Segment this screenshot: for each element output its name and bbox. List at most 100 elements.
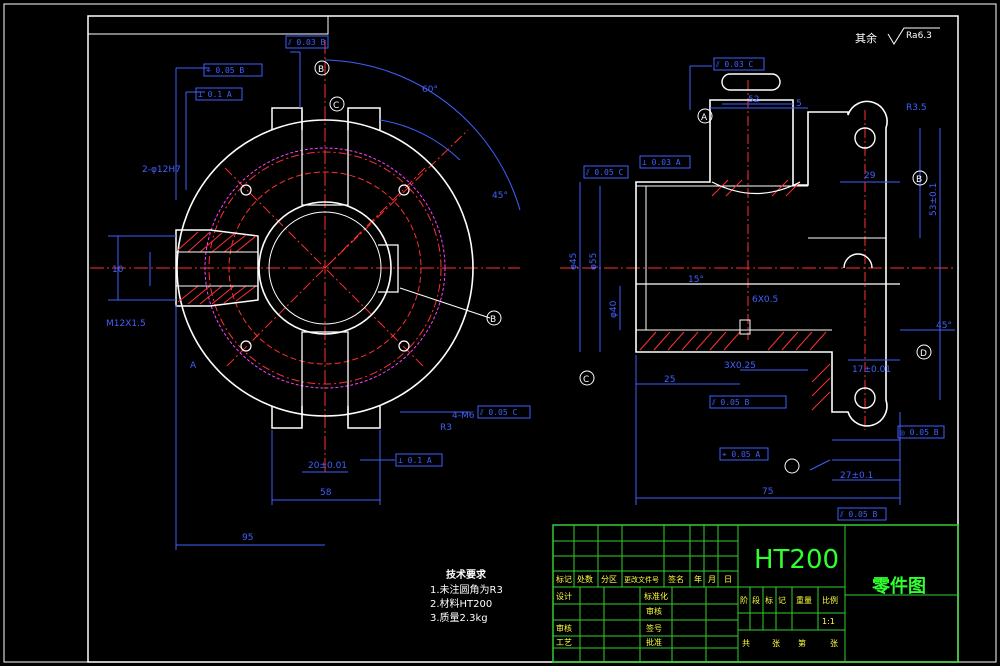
title-block-text: HT200 零件图 标记 处数 分区 更改文件号 签名 年 月 日 设计 审核 … — [556, 545, 926, 648]
rev-header-1: 标记 — [556, 574, 572, 584]
front-frame-1: ⫽ 0.03 B — [287, 38, 325, 47]
front-dim-texts: 95 58 20±0.01 M12X1.5 10 60° 45° 4-M6 R3… — [106, 85, 508, 543]
bolt-hole — [240, 340, 252, 352]
front-frame-4: ⫽ 0.05 C — [479, 408, 517, 417]
side-view: A C B D ⫽ 0.03 C ⊥ 0.03 A ⫽ 0.05 B ⌖ 0.0… — [560, 57, 955, 521]
side-datum-c-label: C — [583, 375, 589, 385]
sheet-label-1: 共 — [742, 639, 750, 648]
callout-leader — [399, 287, 491, 319]
stage-label-3: 标 — [765, 595, 773, 605]
tech-req-title: 技术要求 — [446, 568, 487, 581]
front-frame-2: ⌖ 0.05 B — [206, 66, 244, 75]
tech-requirements: 技术要求 1.未注圆角为R3 2.材料HT200 3.质量2.3kg — [430, 568, 503, 624]
side-frame-4: ⌖ 0.05 A — [722, 450, 760, 459]
side-tolerance-frames: ⫽ 0.03 C ⊥ 0.03 A ⫽ 0.05 B ⌖ 0.05 A ◎ 0.… — [583, 57, 945, 521]
dim-53: 53±0.1 — [929, 183, 939, 216]
dim-45: 45° — [936, 321, 952, 331]
callout-letter: B — [490, 315, 496, 325]
top-slot — [721, 73, 781, 91]
front-frame-3: ⊥ 0.1 A — [198, 90, 232, 99]
sheet-label-3: 第 — [798, 638, 806, 648]
dim-phi12: 2-φ12H7 — [142, 165, 181, 175]
tech-req-item-3: 3.质量2.3kg — [430, 612, 488, 624]
rev-header-5: 签名 — [668, 574, 684, 584]
datum-marker-b-label: B — [318, 65, 324, 75]
dim-58: 58 — [320, 488, 332, 498]
tech-req-item-1: 1.未注圆角为R3 — [430, 583, 503, 596]
roughness-value: Ra6.3 — [906, 31, 932, 41]
side-frame-6: ⫽ 0.05 B — [839, 510, 877, 519]
corner-box — [87, 15, 329, 35]
dim-17: 17±0.01 — [852, 365, 891, 375]
section-label: A — [190, 361, 197, 371]
side-dim-texts: 75 52 5 φ45 φ55 φ40 17±0.01 27±0.1 29 15… — [569, 95, 952, 497]
dim-m12: M12X1.5 — [106, 319, 146, 329]
label-process: 工艺 — [556, 638, 572, 647]
side-datum-b-label: B — [916, 175, 922, 185]
dim-4holes: 4-M6 — [452, 411, 475, 421]
dim-6x05: 6X0.5 — [752, 295, 778, 305]
front-tolerance-frames: ⫽ 0.03 B ⌖ 0.05 B ⊥ 0.1 A ⫽ 0.05 C ⊥ 0.1… — [195, 35, 531, 467]
dim-75: 75 — [762, 487, 773, 497]
stage-label-1: 阶 — [740, 595, 748, 605]
drawing-name: 零件图 — [871, 575, 926, 597]
front-dim-lines — [108, 51, 521, 550]
lug-bottom — [271, 406, 381, 429]
label-mid-review: 审核 — [646, 606, 662, 616]
bolt-hole — [398, 184, 410, 196]
rev-header-8: 日 — [724, 575, 732, 584]
rev-header-2: 处数 — [577, 574, 593, 584]
rev-header-6: 年 — [694, 574, 702, 584]
side-datum-a-label: A — [701, 113, 708, 123]
stage-label-2: 段 — [752, 595, 760, 605]
label-design: 设计 — [556, 591, 572, 601]
bolt-hole — [398, 340, 410, 352]
stage-label-4: 记 — [778, 596, 786, 605]
dim-phi45: φ45 — [569, 253, 579, 270]
dim-29: 29 — [864, 171, 876, 181]
bolt-hole — [240, 184, 252, 196]
label-review: 审核 — [556, 623, 572, 633]
middle-arc — [843, 253, 873, 269]
dim-27: 27±0.1 — [840, 471, 873, 481]
front-frame-5: ⊥ 0.1 A — [398, 456, 432, 465]
stage-label-scale: 比例 — [822, 595, 838, 605]
side-frame-5: ◎ 0.05 B — [900, 428, 939, 437]
dim-52: 52 — [748, 95, 759, 105]
tech-req-item-2: 2.材料HT200 — [430, 597, 492, 610]
dim-angle45: 45° — [492, 191, 508, 201]
front-centerline-60 — [324, 129, 469, 269]
label-standard: 标准化 — [644, 591, 668, 601]
sheet-label-4: 张 — [830, 639, 838, 648]
dim-25: 25 — [664, 375, 675, 385]
side-datum-d-label: D — [920, 349, 927, 359]
rev-header-7: 月 — [708, 575, 716, 584]
stage-label-weight: 重量 — [796, 595, 812, 605]
dim-phi40: φ40 — [609, 300, 619, 318]
scale-value: 1:1 — [822, 617, 835, 626]
dim-r3: R3 — [440, 423, 452, 433]
side-frame-1: ⫽ 0.03 C — [715, 60, 753, 69]
outer-border — [3, 3, 997, 663]
side-datum-e — [784, 458, 800, 474]
dim-angle60: 60° — [422, 85, 438, 95]
side-datum-letters: A C B D — [583, 113, 927, 385]
label-approve: 批准 — [646, 637, 662, 647]
side-frame-3: ⫽ 0.05 B — [711, 398, 749, 407]
side-datum-bubbles — [579, 108, 932, 474]
side-frame-2: ⊥ 0.03 A — [642, 158, 681, 167]
dim-phi55: φ55 — [589, 253, 599, 270]
side-frame-7: ⫽ 0.05 C — [585, 168, 623, 177]
dim-r35: R3.5 — [906, 103, 927, 113]
dim-10: 10 — [112, 265, 124, 275]
rev-header-3: 分区 — [601, 575, 617, 584]
rev-header-4: 更改文件号 — [624, 575, 659, 584]
dim-20: 20±0.01 — [308, 461, 347, 471]
cad-drawing-canvas: 其余 Ra6.3 B B C ⫽ 0.03 B ⌖ 0.05 B ⊥ 0.1 A… — [3, 3, 997, 663]
dim-5: 5 — [796, 99, 802, 109]
lug-top — [271, 107, 381, 130]
dim-95: 95 — [242, 533, 253, 543]
sheet-label-2: 张 — [772, 639, 780, 648]
datum-marker-c-label: C — [333, 101, 339, 111]
dim-15: 15° — [688, 275, 704, 285]
